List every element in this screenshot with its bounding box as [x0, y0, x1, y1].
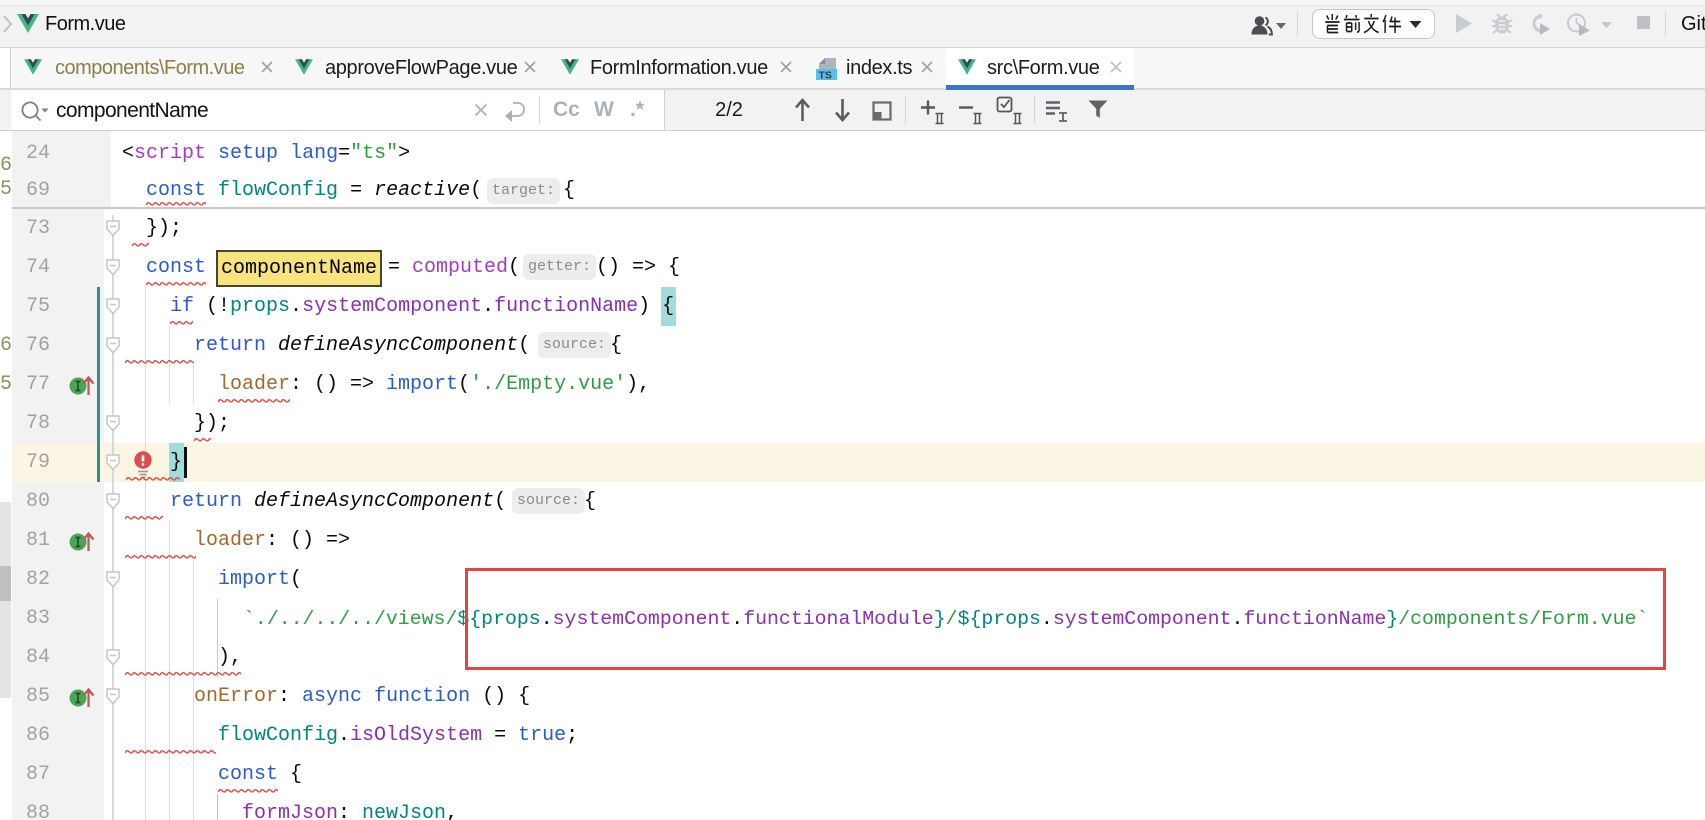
svg-text:TS: TS	[819, 70, 832, 82]
